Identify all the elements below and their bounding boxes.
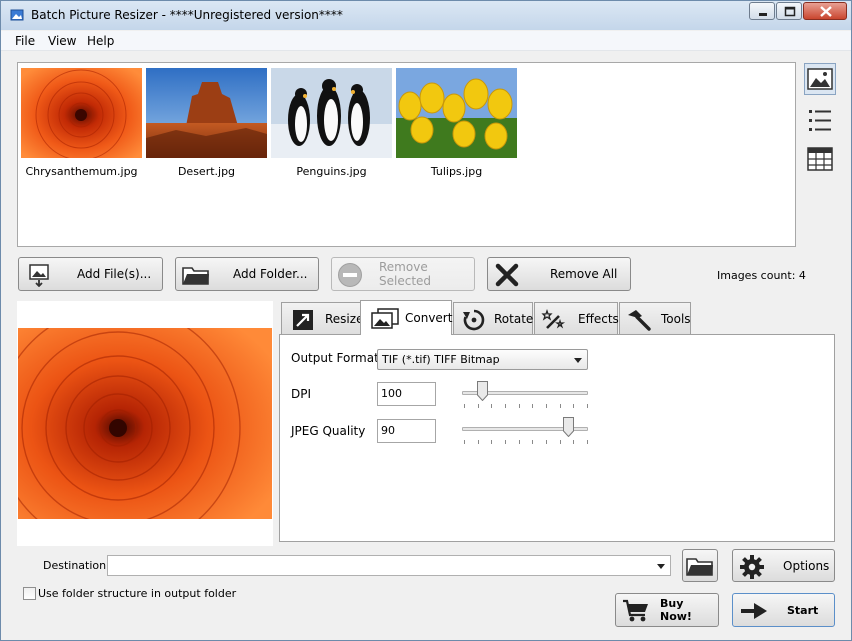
shopping-cart-icon bbox=[623, 599, 648, 622]
menu-help[interactable]: Help bbox=[87, 34, 114, 48]
remove-selected-label: Remove Selected bbox=[379, 260, 432, 288]
chevron-down-icon[interactable] bbox=[657, 564, 665, 569]
browse-destination-button[interactable] bbox=[682, 549, 718, 582]
jpeg-quality-input[interactable]: 90 bbox=[377, 419, 436, 443]
app-icon bbox=[10, 9, 24, 21]
folder-icon bbox=[182, 267, 209, 285]
resize-icon bbox=[293, 310, 313, 330]
add-image-icon bbox=[29, 264, 49, 287]
tab-resize-label: Resize bbox=[325, 311, 364, 326]
title-bar[interactable]: Batch Picture Resizer - ****Unregistered… bbox=[1, 1, 851, 30]
thumbnail-item[interactable]: Penguins.jpg bbox=[271, 68, 392, 178]
chevron-down-icon bbox=[574, 358, 582, 363]
add-folder-button[interactable]: Add Folder... bbox=[175, 257, 319, 291]
dpi-input[interactable]: 100 bbox=[377, 382, 436, 406]
rotate-icon bbox=[463, 309, 485, 331]
minimize-icon bbox=[759, 13, 767, 16]
preview-panel bbox=[17, 301, 273, 546]
remove-selected-icon bbox=[338, 263, 362, 287]
buy-now-button[interactable]: Buy Now! bbox=[615, 593, 719, 627]
tab-convert-label: Convert bbox=[405, 311, 453, 325]
close-icon bbox=[820, 6, 832, 17]
dpi-label: DPI bbox=[291, 387, 312, 401]
tab-tools[interactable]: Tools bbox=[619, 302, 691, 334]
menu-view[interactable]: View bbox=[48, 34, 76, 48]
thumbnail-item[interactable]: Tulips.jpg bbox=[396, 68, 517, 178]
thumbnail-caption: Tulips.jpg bbox=[430, 165, 483, 178]
penguins-image bbox=[271, 68, 392, 158]
thumbnails-panel[interactable]: Chrysanthemum.jpg Desert.jpg Penguins.jp… bbox=[17, 62, 796, 247]
menu-bar: File View Help bbox=[1, 31, 851, 51]
destination-input[interactable] bbox=[107, 555, 671, 576]
tab-effects[interactable]: Effects bbox=[534, 302, 619, 334]
thumbnail-caption: Penguins.jpg bbox=[296, 165, 367, 178]
dpi-slider[interactable] bbox=[462, 381, 592, 411]
tab-rotate-label: Rotate bbox=[494, 311, 534, 326]
thumbnail-item[interactable]: Chrysanthemum.jpg bbox=[21, 68, 142, 178]
arrow-right-icon bbox=[741, 603, 767, 619]
table-view-icon[interactable] bbox=[804, 143, 836, 175]
tulips-image bbox=[396, 68, 517, 158]
output-format-select[interactable]: TIF (*.tif) TIFF Bitmap bbox=[377, 349, 588, 370]
app-window: Batch Picture Resizer - ****Unregistered… bbox=[0, 0, 852, 641]
close-x-icon bbox=[495, 263, 519, 287]
maximize-icon bbox=[784, 6, 796, 17]
folder-structure-checkbox[interactable] bbox=[23, 587, 36, 600]
preview-image bbox=[18, 328, 272, 519]
chrysanthemum-image bbox=[21, 68, 142, 158]
jpeg-quality-slider[interactable] bbox=[462, 417, 592, 447]
options-button[interactable]: Options bbox=[732, 549, 835, 582]
menu-file[interactable]: File bbox=[15, 34, 35, 48]
thumbnail-item[interactable]: Desert.jpg bbox=[146, 68, 267, 178]
remove-all-label: Remove All bbox=[550, 267, 618, 281]
close-button[interactable] bbox=[803, 2, 847, 20]
remove-all-button[interactable]: Remove All bbox=[487, 257, 631, 291]
tab-rotate[interactable]: Rotate bbox=[453, 302, 533, 334]
images-count: Images count: 4 bbox=[717, 269, 806, 282]
maximize-button[interactable] bbox=[776, 2, 802, 20]
buy-now-label: Buy Now! bbox=[660, 597, 692, 623]
start-label: Start bbox=[787, 603, 819, 617]
start-button[interactable]: Start bbox=[732, 593, 835, 627]
hammer-icon bbox=[628, 310, 651, 331]
thumbnail-caption: Chrysanthemum.jpg bbox=[25, 165, 138, 178]
minimize-button[interactable] bbox=[749, 2, 775, 20]
destination-label: Destination bbox=[43, 559, 107, 572]
folder-icon bbox=[686, 558, 713, 576]
remove-selected-button[interactable]: Remove Selected bbox=[331, 257, 475, 291]
output-format-label: Output Format bbox=[291, 351, 379, 365]
add-folder-label: Add Folder... bbox=[233, 267, 308, 281]
magic-wand-icon bbox=[541, 308, 566, 329]
dpi-slider-thumb[interactable] bbox=[476, 381, 488, 401]
options-label: Options bbox=[783, 558, 830, 573]
add-files-button[interactable]: Add File(s)... bbox=[18, 257, 163, 291]
folder-structure-label[interactable]: Use folder structure in output folder bbox=[38, 587, 236, 600]
thumbnail-caption: Desert.jpg bbox=[177, 165, 236, 178]
tab-tools-label: Tools bbox=[661, 311, 691, 326]
jpeg-quality-slider-thumb[interactable] bbox=[563, 417, 575, 437]
convert-icon bbox=[371, 308, 399, 329]
gear-icon bbox=[740, 555, 764, 579]
tab-strip: Resize Convert Rotate Effects Tools bbox=[279, 300, 835, 335]
dpi-slider-ticks bbox=[464, 404, 588, 409]
window-title: Batch Picture Resizer - ****Unregistered… bbox=[31, 8, 343, 22]
tab-convert[interactable]: Convert bbox=[360, 300, 452, 335]
thumbnail-view-icon[interactable] bbox=[804, 63, 836, 95]
desert-image bbox=[146, 68, 267, 158]
jpeg-quality-label: JPEG Quality bbox=[291, 424, 366, 438]
tab-resize[interactable]: Resize bbox=[281, 302, 364, 334]
list-view-icon[interactable] bbox=[804, 105, 836, 137]
tab-effects-label: Effects bbox=[578, 311, 619, 326]
convert-panel: Output Format TIF (*.tif) TIFF Bitmap DP… bbox=[279, 334, 835, 542]
output-format-value: TIF (*.tif) TIFF Bitmap bbox=[382, 353, 500, 366]
jpeg-quality-slider-ticks bbox=[464, 440, 588, 445]
add-files-label: Add File(s)... bbox=[77, 267, 152, 281]
